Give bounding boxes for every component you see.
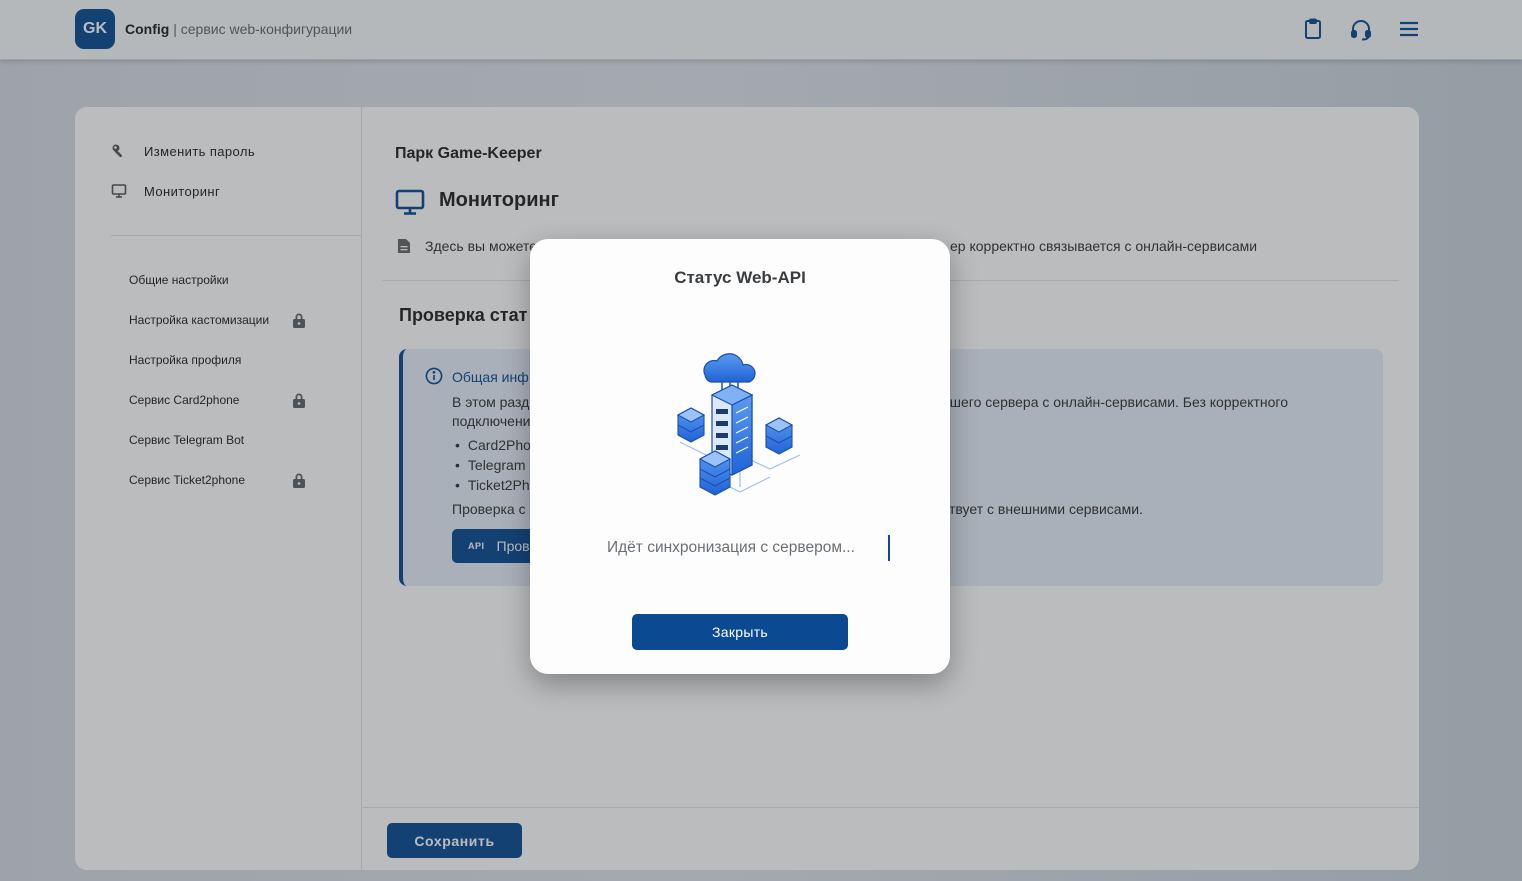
web-api-status-modal: Статус Web-API Идёт синхронизация с серв… [530, 239, 950, 674]
loading-cursor [888, 535, 890, 561]
sync-status-text: Идёт синхронизация с сервером... [607, 539, 855, 556]
close-button[interactable]: Закрыть [632, 614, 848, 650]
cloud-server-network-icon [670, 337, 810, 507]
modal-title: Статус Web-API [674, 268, 806, 287]
